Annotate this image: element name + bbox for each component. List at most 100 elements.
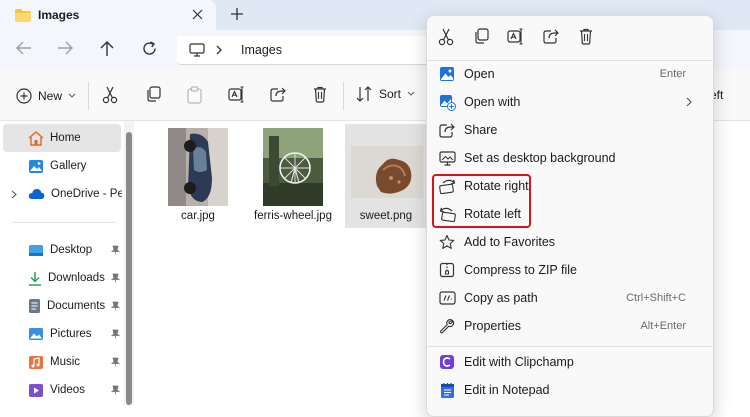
menu-item-open-with[interactable]: Open with: [438, 91, 704, 113]
chevron-right-icon[interactable]: [215, 45, 223, 55]
trash-icon: [314, 86, 326, 103]
sidebar-item-videos[interactable]: Videos: [28, 381, 85, 399]
plus-icon[interactable]: [230, 7, 244, 21]
new-button[interactable]: New: [16, 86, 76, 106]
sidebar-item-label: Downloads: [48, 272, 105, 284]
rotate-highlight-box: [432, 174, 531, 228]
menu-item-shortcut: Enter: [659, 68, 686, 80]
notepad-icon: [438, 381, 456, 399]
menu-item-label: Properties: [464, 319, 521, 333]
pin-icon[interactable]: [111, 301, 120, 311]
sidebar-item-pictures[interactable]: Pictures: [28, 325, 92, 343]
forward-arrow-icon[interactable]: [57, 41, 73, 55]
menu-item-compress-zip[interactable]: Compress to ZIP file: [438, 259, 704, 281]
clipchamp-icon: [438, 353, 456, 371]
paste-button[interactable]: [187, 86, 202, 104]
scissors-icon: [102, 86, 118, 104]
copy-button[interactable]: [145, 86, 161, 103]
sidebar-divider: [12, 222, 116, 223]
sidebar-item-label: OneDrive - Perso: [51, 188, 122, 200]
menu-item-copy-as-path[interactable]: Copy as path Ctrl+Shift+C: [438, 287, 704, 309]
menu-rename-button[interactable]: [507, 28, 524, 45]
desktop-background-icon: [438, 149, 456, 167]
sidebar-item-label: Documents: [47, 300, 106, 312]
rename-button[interactable]: [228, 86, 245, 103]
menu-item-share[interactable]: Share: [438, 119, 704, 141]
document-icon: [28, 298, 41, 314]
sidebar-item-home[interactable]: Home: [28, 129, 81, 147]
menu-item-properties[interactable]: Properties Alt+Enter: [438, 315, 704, 337]
menu-item-add-to-favorites[interactable]: Add to Favorites: [438, 231, 704, 253]
menu-item-shortcut: Alt+Enter: [640, 320, 686, 332]
sidebar-item-label: Desktop: [50, 244, 93, 256]
file-name: sweet.png: [359, 210, 413, 222]
menu-share-button[interactable]: [543, 28, 560, 44]
file-item-ferris-wheel[interactable]: ferris-wheel.jpg: [252, 124, 334, 228]
cloud-icon: [28, 188, 45, 200]
menu-item-label: Edit in Notepad: [464, 383, 550, 397]
sidebar-item-onedrive[interactable]: OneDrive - Perso: [28, 185, 122, 203]
chevron-right-icon[interactable]: [11, 190, 17, 199]
sidebar-item-label: Videos: [50, 384, 85, 396]
menu-item-open[interactable]: Open Enter: [438, 63, 704, 85]
menu-item-label: Copy as path: [464, 291, 538, 305]
delete-button[interactable]: [313, 86, 327, 103]
trash-icon: [580, 28, 592, 45]
toolbar-divider: [88, 82, 89, 110]
menu-item-edit-clipchamp[interactable]: Edit with Clipchamp: [438, 351, 704, 373]
computer-icon: [189, 43, 205, 57]
toolbar-divider: [343, 82, 344, 110]
pin-icon[interactable]: [111, 329, 120, 339]
back-arrow-icon[interactable]: [16, 41, 32, 55]
menu-item-label: Set as desktop background: [464, 151, 616, 165]
sidebar-item-music[interactable]: Music: [28, 353, 80, 371]
home-icon: [28, 130, 44, 146]
sidebar-item-documents[interactable]: Documents: [28, 297, 105, 315]
chevron-down-icon: [68, 93, 76, 99]
menu-item-label: Edit with Clipchamp: [464, 355, 574, 369]
sort-label: Sort: [379, 87, 402, 101]
refresh-icon[interactable]: [142, 41, 157, 56]
sweet-thumbnail: [351, 146, 423, 198]
sidebar-item-downloads[interactable]: Downloads: [28, 269, 105, 287]
sidebar-item-gallery[interactable]: Gallery: [28, 157, 86, 175]
file-item-sweet[interactable]: sweet.png: [345, 124, 427, 228]
share-icon: [270, 87, 286, 102]
share-button[interactable]: [270, 86, 287, 102]
file-name: car.jpg: [181, 210, 215, 222]
file-name: ferris-wheel.jpg: [254, 210, 332, 222]
pin-icon[interactable]: [111, 273, 120, 283]
file-item-car[interactable]: car.jpg: [157, 124, 239, 228]
pin-icon[interactable]: [111, 385, 120, 395]
tab-images[interactable]: [0, 0, 216, 30]
picture-icon: [28, 327, 44, 341]
menu-cut-button[interactable]: [438, 28, 454, 46]
video-icon: [28, 383, 44, 398]
pin-icon[interactable]: [111, 245, 120, 255]
sidebar-item-label: Gallery: [50, 160, 87, 172]
menu-item-label: Add to Favorites: [464, 235, 556, 249]
new-label: New: [38, 89, 63, 103]
menu-item-label: Open with: [464, 95, 521, 109]
menu-copy-button[interactable]: [473, 28, 489, 45]
plus-circle-icon: [16, 88, 32, 104]
close-icon[interactable]: [192, 9, 203, 20]
clipboard-icon: [187, 86, 202, 104]
sidebar-item-desktop[interactable]: Desktop: [28, 241, 92, 259]
address-location: Images: [241, 43, 282, 57]
sort-button[interactable]: Sort: [356, 86, 415, 102]
download-icon: [28, 271, 42, 286]
ferris-wheel-thumbnail: [263, 128, 323, 206]
menu-item-label: Open: [464, 67, 495, 81]
music-icon: [28, 355, 44, 370]
scrollbar-thumb[interactable]: [126, 132, 132, 405]
menu-delete-button[interactable]: [579, 28, 593, 45]
menu-item-set-desktop-background[interactable]: Set as desktop background: [438, 147, 704, 169]
cut-button[interactable]: [102, 86, 118, 104]
sidebar-item-label: Pictures: [50, 328, 92, 340]
up-arrow-icon[interactable]: [100, 41, 114, 57]
menu-item-edit-notepad[interactable]: Edit in Notepad: [438, 379, 704, 401]
copy-icon: [475, 28, 489, 44]
pin-icon[interactable]: [111, 357, 120, 367]
menu-divider: [427, 60, 712, 61]
